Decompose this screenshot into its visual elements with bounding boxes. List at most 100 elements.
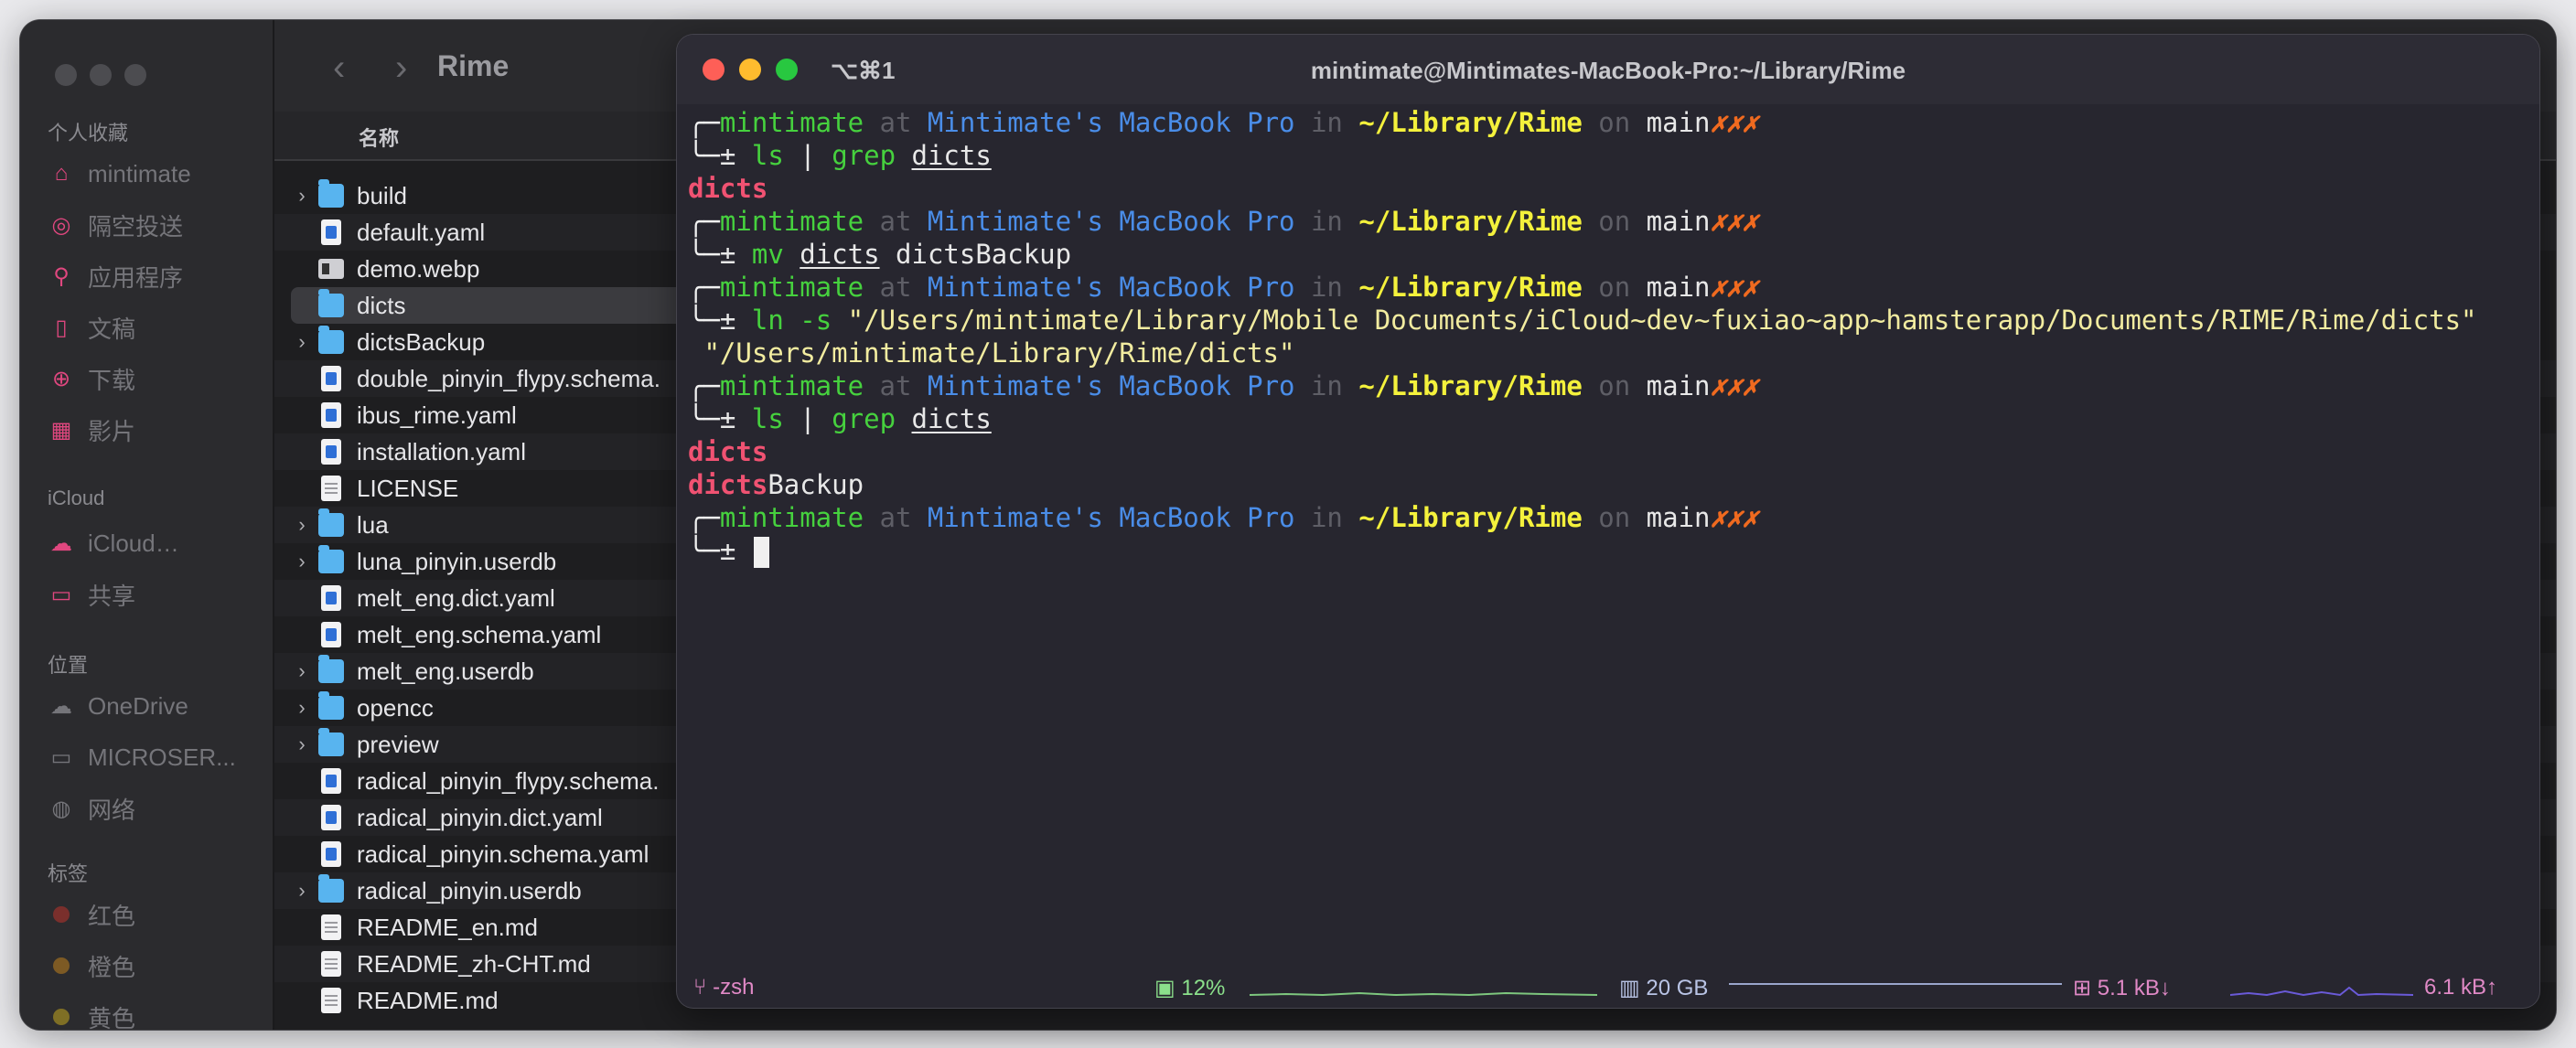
- prompt-host: Mintimate's MacBook Pro: [927, 107, 1295, 138]
- sidebar-item-tag-red[interactable]: 红色: [48, 896, 135, 933]
- disclosure-chevron-icon[interactable]: ›: [289, 513, 315, 537]
- command-word: mv: [751, 239, 784, 270]
- sidebar-item-downloads[interactable]: ⊕ 下载: [48, 360, 135, 397]
- command-string: "/Users/mintimate/Library/Mobile Documen…: [847, 305, 2477, 336]
- command-pipe: |: [800, 140, 816, 171]
- file-name: README.md: [357, 986, 499, 1014]
- sidebar-item-label: 影片: [88, 417, 136, 445]
- yaml-file-icon: [321, 841, 341, 867]
- file-name: LICENSE: [357, 474, 459, 502]
- finder-title: Rime: [437, 49, 510, 82]
- file-name: installation.yaml: [357, 437, 526, 465]
- output-line: dicts: [688, 436, 768, 467]
- prompt-host: Mintimate's MacBook Pro: [927, 370, 1295, 401]
- forward-chevron-icon[interactable]: ›: [395, 48, 407, 89]
- close-button[interactable]: [55, 64, 77, 86]
- memory-icon: ▥: [1619, 976, 1640, 1000]
- file-name: preview: [357, 730, 439, 758]
- sidebar-item-tag-orange[interactable]: 橙色: [48, 947, 135, 984]
- sidebar-item-label: iCloud…: [88, 529, 179, 557]
- yaml-file-icon: [321, 805, 341, 830]
- sidebar-item-microserver[interactable]: ▭ MICROSER...: [48, 739, 236, 775]
- cpu-sparkline: [1250, 991, 1597, 997]
- terminal-window: ⌥⌘1 mintimate@Mintimates-MacBook-Pro:~/L…: [677, 35, 2539, 1008]
- net-down-value: 5.1 kB↓: [2097, 976, 2171, 1000]
- tag-dot-icon: [53, 906, 70, 923]
- prompt-line: ╭─mintimate at Mintimate's MacBook Pro i…: [688, 501, 2530, 534]
- minimize-button[interactable]: [90, 64, 112, 86]
- prompt-in: in: [1310, 107, 1343, 138]
- shared-folder-icon: ▭: [50, 582, 72, 607]
- sidebar-item-shared[interactable]: ▭ 共享: [48, 576, 135, 613]
- sidebar-item-airdrop[interactable]: ◎ 隔空投送: [48, 207, 184, 243]
- sidebar-item-applications[interactable]: ⚲ 应用程序: [48, 258, 183, 294]
- prompt-at: at: [879, 107, 912, 138]
- sidebar-item-label: mintimate: [88, 159, 191, 187]
- prompt-branch: main: [1646, 272, 1711, 303]
- network-sparkline: [2230, 986, 2413, 997]
- file-name: melt_eng.dict.yaml: [357, 583, 555, 612]
- sidebar-item-label: OneDrive: [88, 691, 188, 720]
- prompt-git-status: ✗✗✗: [1710, 107, 1758, 138]
- prompt-symbol: ±: [719, 535, 736, 566]
- cloud-icon: ☁: [50, 530, 72, 556]
- terminal-output[interactable]: ╭─ mintimate at Mintimate's MacBook Pro i…: [688, 106, 2530, 568]
- prompt-corner: ╭─: [688, 107, 720, 138]
- prompt-user: mintimate: [719, 370, 864, 401]
- file-name: ibus_rime.yaml: [357, 401, 517, 429]
- sidebar-item-mintimate[interactable]: ⌂ mintimate: [48, 155, 191, 192]
- prompt-corner: ╭─: [688, 272, 720, 303]
- sidebar-item-tag-yellow[interactable]: 黄色: [48, 999, 135, 1030]
- prompt-symbol: ±: [719, 403, 736, 434]
- column-name-header[interactable]: 名称: [359, 123, 399, 152]
- sidebar-section-favorites: 个人收藏: [48, 122, 129, 144]
- prompt-on: on: [1598, 502, 1631, 533]
- terminal-title: mintimate@Mintimates-MacBook-Pro:~/Libra…: [1310, 57, 1906, 84]
- terminal-titlebar: ⌥⌘1 mintimate@Mintimates-MacBook-Pro:~/L…: [677, 35, 2539, 104]
- sidebar-item-movies[interactable]: ▦ 影片: [48, 412, 135, 448]
- disclosure-chevron-icon[interactable]: ›: [289, 550, 315, 573]
- command-line[interactable]: ╰─±: [688, 534, 2530, 568]
- yaml-file-icon: [321, 366, 341, 391]
- prompt-branch: main: [1646, 107, 1711, 138]
- sidebar-item-label: 橙色: [88, 953, 136, 981]
- yaml-file-icon: [321, 768, 341, 794]
- prompt-in: in: [1310, 370, 1343, 401]
- sidebar-item-icloud-drive[interactable]: ☁ iCloud…: [48, 525, 179, 561]
- prompt-in: in: [1310, 272, 1343, 303]
- text-file-icon: [321, 988, 341, 1013]
- yaml-file-icon: [321, 439, 341, 465]
- sidebar-item-onedrive[interactable]: ☁ OneDrive: [48, 688, 188, 724]
- text-file-icon: [321, 914, 341, 940]
- prompt-on: on: [1598, 370, 1631, 401]
- disclosure-chevron-icon[interactable]: ›: [289, 330, 315, 354]
- prompt-on: on: [1598, 107, 1631, 138]
- film-icon: ▦: [50, 417, 72, 443]
- prompt-git-status: ✗✗✗: [1710, 206, 1758, 237]
- disclosure-chevron-icon[interactable]: ›: [289, 659, 315, 683]
- prompt-corner: ╰─: [688, 239, 720, 270]
- prompt-user: mintimate: [719, 502, 864, 533]
- disclosure-chevron-icon[interactable]: ›: [289, 184, 315, 208]
- sidebar-item-network[interactable]: ◍ 网络: [48, 790, 136, 827]
- prompt-path: ~/Library/Rime: [1358, 206, 1583, 237]
- zoom-button[interactable]: [124, 64, 146, 86]
- terminal-status-bar: ⑂ -zsh ▣ 12% ▥ 20 GB ⊞ 5.1 kB↓ 6.1 kB↑: [677, 968, 2539, 1008]
- finder-sidebar: 个人收藏 ⌂ mintimate ◎ 隔空投送 ⚲ 应用程序 ▯ 文稿 ⊕ 下载…: [20, 20, 274, 1030]
- folder-icon: [318, 179, 344, 208]
- command-word: grep: [832, 403, 896, 434]
- file-name: opencc: [357, 693, 434, 722]
- prompt-at: at: [879, 206, 912, 237]
- disclosure-chevron-icon[interactable]: ›: [289, 733, 315, 756]
- file-name: double_pinyin_flypy.schema.: [357, 364, 660, 392]
- prompt-branch: main: [1646, 502, 1711, 533]
- prompt-branch: main: [1646, 370, 1711, 401]
- disclosure-chevron-icon[interactable]: ›: [289, 879, 315, 903]
- back-chevron-icon[interactable]: ‹: [333, 48, 345, 89]
- disclosure-chevron-icon[interactable]: ›: [289, 696, 315, 720]
- folder-icon: [318, 655, 344, 683]
- command-word: ls: [751, 403, 784, 434]
- prompt-line: ╭─mintimate at Mintimate's MacBook Pro i…: [688, 106, 2530, 139]
- sidebar-item-documents[interactable]: ▯ 文稿: [48, 309, 135, 346]
- prompt-corner: ╰─: [688, 305, 720, 336]
